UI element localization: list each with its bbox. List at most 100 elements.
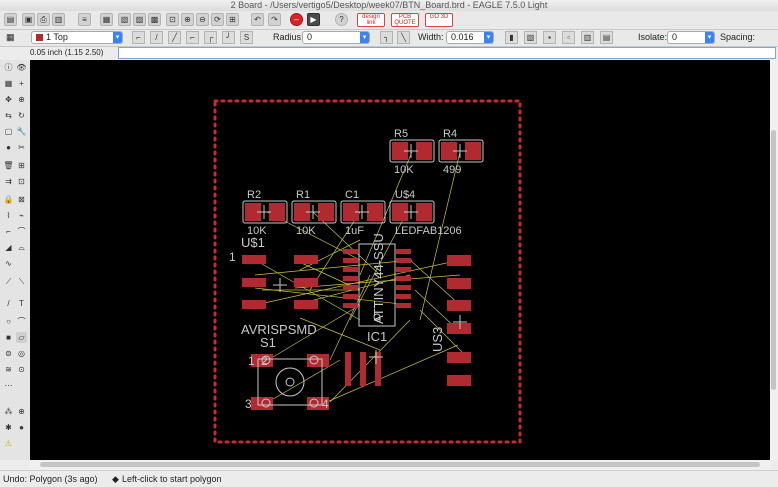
attribute-icon[interactable]: ≋ [3, 364, 14, 375]
pour-hatch-icon[interactable]: ▧ [524, 31, 537, 44]
polygon-icon[interactable]: ▱ [16, 332, 27, 343]
wire-bend-4-icon[interactable]: ⌐ [186, 31, 199, 44]
wire-bend-2-icon[interactable]: / [150, 31, 163, 44]
pour-solid-icon[interactable]: ▮ [505, 31, 518, 44]
mark-icon[interactable]: + [16, 78, 27, 89]
thermals-on-icon[interactable]: ▪ [543, 31, 556, 44]
coordinate-display: 0.05 inch (1.15 2.50) [30, 48, 104, 57]
cut-icon[interactable]: ✂ [16, 142, 27, 153]
change-icon[interactable]: 🔧 [16, 126, 27, 137]
c1-label: C1 [345, 189, 359, 201]
value-icon[interactable]: ⊡ [16, 176, 27, 187]
name-icon[interactable]: ⇉ [3, 176, 14, 187]
smash-icon[interactable]: ⊠ [16, 194, 27, 205]
autorouter-icon[interactable]: ⟍ [16, 276, 27, 287]
add-icon[interactable]: ⊞ [16, 160, 27, 171]
redo-icon[interactable]: ↷ [268, 13, 281, 26]
chevron-down-icon: ▾ [113, 32, 122, 43]
ic-value: ATTINY44-SSU [371, 233, 386, 324]
thermals-off-icon[interactable]: ▫ [562, 31, 575, 44]
save-icon[interactable]: ▣ [22, 13, 35, 26]
zoom-out-icon[interactable]: ⊖ [196, 13, 209, 26]
hole-icon[interactable]: ◎ [16, 348, 27, 359]
line-icon[interactable]: / [3, 298, 14, 309]
ripup-icon[interactable]: ⌒ [16, 226, 27, 237]
go-3d-logo[interactable]: GO 3D [425, 13, 453, 27]
horizontal-scrollbar[interactable] [30, 460, 770, 470]
wire-bend-7-icon[interactable]: S [240, 31, 253, 44]
optimize-icon[interactable]: ⌁ [16, 210, 27, 221]
help-icon[interactable]: ? [335, 13, 348, 26]
undo-icon[interactable]: ↶ [251, 13, 264, 26]
r1-label: R1 [296, 189, 310, 201]
isolate-input[interactable]: 0 ▾ [667, 31, 715, 44]
r2-label: R2 [247, 189, 261, 201]
wire-bend-3-icon[interactable]: ╱ [168, 31, 181, 44]
horizontal-scroll-thumb[interactable] [40, 462, 760, 467]
radius-input[interactable]: 0 ▾ [302, 31, 370, 44]
orphans-on-icon[interactable]: ▥ [581, 31, 594, 44]
warning-icon[interactable]: ⚠ [3, 438, 14, 449]
run-ulp-icon[interactable]: ▦ [100, 13, 113, 26]
slice-icon[interactable]: ◢ [3, 242, 14, 253]
schematic-icon[interactable]: ▧ [118, 13, 131, 26]
green-dot-icon[interactable]: ● [16, 422, 27, 433]
text-icon[interactable]: T [16, 298, 27, 309]
board-canvas[interactable]: R5 10K R4 499 R2 10K R1 10K C1 1uF U$4 L… [30, 60, 770, 460]
split-icon[interactable]: ⌇ [3, 210, 14, 221]
lock-icon[interactable]: 🔒 [3, 194, 14, 205]
copy-icon[interactable]: ⊕ [16, 94, 27, 105]
mirror-icon[interactable]: ⇆ [3, 110, 14, 121]
width-input[interactable]: 0.016 ▾ [446, 31, 494, 44]
zoom-select-icon[interactable]: ⊞ [226, 13, 239, 26]
print-icon[interactable]: ⎙ [37, 13, 50, 26]
cam-icon[interactable]: ▥ [52, 13, 65, 26]
wire-bend-1-icon[interactable]: ⌐ [132, 31, 145, 44]
circle-icon[interactable]: ○ [3, 316, 14, 327]
erc-icon[interactable]: ✱ [3, 422, 14, 433]
zoom-redraw-icon[interactable]: ⟳ [211, 13, 224, 26]
command-input[interactable] [118, 47, 776, 59]
grid-icon[interactable]: ▦ [6, 31, 15, 44]
ulp-icon[interactable]: ▩ [148, 13, 161, 26]
rectangle-icon[interactable]: ■ [3, 332, 14, 343]
ratsnest-icon[interactable]: ⋯ [3, 380, 14, 391]
wire-bend-6-icon[interactable]: ╯ [222, 31, 235, 44]
pcb-quote-logo[interactable]: PCB QUOTE [391, 13, 419, 27]
signal-icon[interactable]: ∿ [3, 258, 14, 269]
meander-icon[interactable]: ⌓ [16, 242, 27, 253]
arc-icon[interactable]: ⌒ [16, 316, 27, 327]
paste-icon[interactable]: ● [3, 142, 14, 153]
design-link-logo[interactable]: design link [357, 13, 385, 27]
miter-round-icon[interactable]: ╮ [380, 31, 393, 44]
rotate-icon[interactable]: ↻ [16, 110, 27, 121]
delete-icon[interactable]: 🗑 [3, 160, 14, 171]
layer-color-swatch [36, 34, 43, 41]
zoom-fit-icon[interactable]: ⊡ [166, 13, 179, 26]
dimension-icon[interactable]: ⊙ [16, 364, 27, 375]
zoom-in-icon[interactable]: ⊕ [181, 13, 194, 26]
window-title: 2 Board - /Users/vertigo5/Desktop/week07… [230, 0, 548, 10]
show-icon[interactable]: 👁 [16, 62, 27, 73]
wire-bend-5-icon[interactable]: ┌ [204, 31, 217, 44]
board-icon[interactable]: ▨ [133, 13, 146, 26]
move-icon[interactable]: ✥ [3, 94, 14, 105]
script-icon[interactable]: ≡ [78, 13, 91, 26]
display-icon[interactable]: ▦ [3, 78, 14, 89]
vertical-scrollbar[interactable] [770, 60, 778, 460]
route-icon[interactable]: ⌐ [3, 226, 14, 237]
stop-icon[interactable]: – [290, 13, 303, 26]
via-icon[interactable]: ⊜ [3, 348, 14, 359]
go-icon[interactable]: ▶ [307, 13, 320, 26]
auto-icon[interactable]: ⊕ [16, 406, 27, 417]
orphans-off-icon[interactable]: ▤ [600, 31, 613, 44]
vertical-scroll-thumb[interactable] [771, 130, 776, 390]
miter-straight-icon[interactable]: ╲ [397, 31, 410, 44]
open-icon[interactable]: ▤ [4, 13, 17, 26]
wire-icon[interactable]: ⟋ [3, 276, 14, 287]
drc-icon[interactable]: ⁂ [3, 406, 14, 417]
layer-select[interactable]: 1 Top ▾ [31, 31, 123, 44]
r1-value: 10K [296, 225, 316, 237]
group-icon[interactable]: ▢ [3, 126, 14, 137]
info-icon[interactable]: ⓘ [3, 62, 14, 73]
